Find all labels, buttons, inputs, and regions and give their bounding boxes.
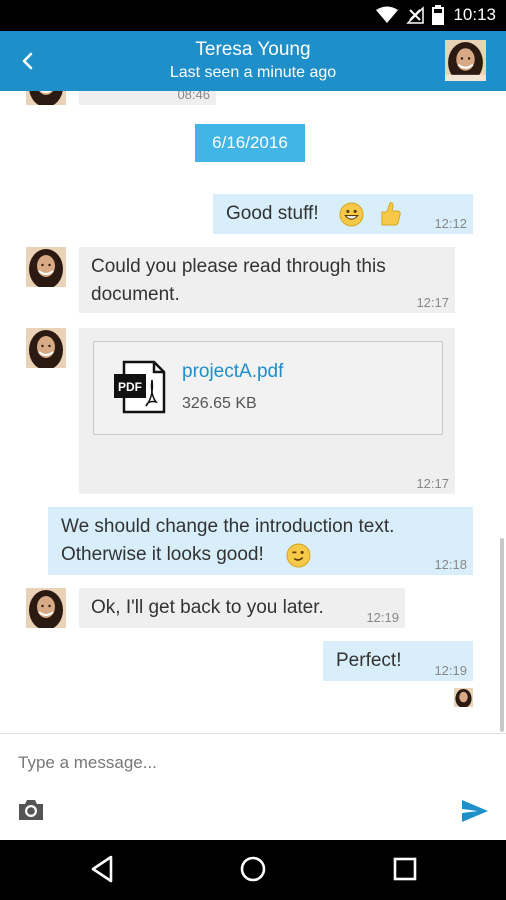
- read-receipt-avatar: [454, 688, 473, 707]
- message-time: 12:18: [434, 557, 467, 572]
- wifi-icon: [376, 6, 398, 23]
- pdf-file-icon: PDF: [114, 360, 166, 414]
- file-message-bubble[interactable]: PDF projectA.pdf 326.65 KB 12:17: [79, 328, 455, 494]
- contact-name[interactable]: Teresa Young: [0, 39, 506, 61]
- date-divider: 6/16/2016: [195, 124, 305, 162]
- sender-avatar[interactable]: [26, 91, 66, 105]
- message-text: Ok, I'll get back to you later.: [91, 597, 324, 618]
- message-bubble-partial[interactable]: 08:46: [79, 91, 216, 105]
- sender-avatar[interactable]: [26, 328, 66, 368]
- message-time: 12:17: [416, 295, 449, 310]
- thumbs-up-emoji-icon: [381, 202, 401, 226]
- message-bubble-incoming[interactable]: Ok, I'll get back to you later. 12:19: [79, 588, 405, 628]
- app-bar: Teresa Young Last seen a minute ago: [0, 31, 506, 91]
- message-bubble-incoming[interactable]: Could you please read through this docum…: [79, 247, 455, 313]
- message-time: 12:19: [366, 610, 399, 625]
- camera-icon[interactable]: [17, 798, 45, 822]
- grinning-emoji-icon: [339, 202, 364, 227]
- message-bubble-outgoing[interactable]: Good stuff! 12:12: [213, 194, 473, 234]
- nav-recents-icon[interactable]: [392, 854, 418, 884]
- pdf-icon-label: PDF: [118, 380, 142, 394]
- file-attachment[interactable]: PDF projectA.pdf 326.65 KB: [93, 341, 443, 435]
- message-bubble-outgoing[interactable]: Perfect! 12:19: [323, 641, 473, 681]
- sender-avatar[interactable]: [26, 247, 66, 287]
- message-text-line: Could you please read through this: [91, 256, 386, 277]
- message-time: 08:46: [177, 91, 210, 102]
- file-name[interactable]: projectA.pdf: [182, 358, 283, 386]
- status-icons: [376, 5, 444, 25]
- message-time: 12:19: [434, 663, 467, 678]
- battery-icon: [432, 5, 444, 25]
- message-time: 12:17: [416, 476, 449, 491]
- message-text: Good stuff!: [226, 203, 319, 224]
- message-text-line: document.: [91, 284, 180, 305]
- sender-avatar[interactable]: [26, 588, 66, 628]
- message-list[interactable]: 08:46 6/16/2016 Good stuff! 12:12 Could …: [0, 91, 506, 733]
- status-bar: 10:13: [0, 0, 506, 31]
- message-composer: [0, 733, 506, 841]
- message-input[interactable]: [16, 748, 490, 778]
- system-nav-bar: [0, 840, 506, 900]
- last-seen-status: Last seen a minute ago: [169, 64, 337, 81]
- winking-emoji-icon: [286, 543, 311, 568]
- message-bubble-outgoing[interactable]: We should change the introduction text. …: [48, 507, 473, 575]
- send-icon[interactable]: [460, 798, 490, 824]
- message-time: 12:12: [434, 216, 467, 231]
- contact-avatar[interactable]: [445, 40, 486, 81]
- message-text: Perfect!: [336, 650, 402, 671]
- file-size: 326.65 KB: [182, 395, 257, 412]
- nav-home-icon[interactable]: [238, 854, 268, 884]
- status-time: 10:13: [453, 5, 496, 24]
- scrollbar[interactable]: [500, 538, 504, 732]
- message-text-line: We should change the introduction text.: [61, 516, 395, 537]
- nav-back-icon[interactable]: [89, 854, 115, 884]
- no-signal-icon: [406, 6, 424, 24]
- message-text-line: Otherwise it looks good!: [61, 544, 264, 565]
